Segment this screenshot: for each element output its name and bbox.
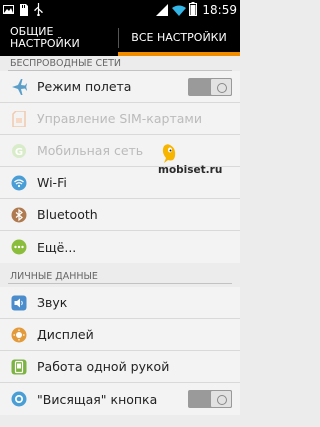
- more-row[interactable]: Ещё...: [0, 231, 240, 263]
- one-hand-row[interactable]: Работа одной рукой: [0, 351, 240, 383]
- floating-button-label: "Висящая" кнопка: [37, 391, 158, 407]
- mobile-network-label: Мобильная сеть: [37, 143, 144, 158]
- bluetooth-icon: [10, 206, 28, 224]
- tab-all-label: ВСЕ НАСТРОЙКИ: [131, 31, 227, 44]
- section-header-personal: ЛИЧНЫЕ ДАННЫЕ: [0, 269, 240, 284]
- personal-list: Звук Дисплей Работа одной рукой "Висящая…: [0, 287, 240, 415]
- floating-button-icon: [10, 390, 28, 408]
- system-icons: 18:59: [156, 1, 237, 19]
- tab-divider: [118, 28, 119, 48]
- clock: 18:59: [202, 3, 237, 17]
- mobile-network-icon: G: [10, 142, 28, 160]
- battery-icon: [189, 1, 198, 20]
- display-label: Дисплей: [37, 327, 94, 342]
- tab-general-settings[interactable]: ОБЩИЕ НАСТРОЙКИ: [0, 20, 118, 56]
- airplane-mode-toggle[interactable]: [188, 78, 232, 96]
- display-icon: [10, 326, 28, 344]
- tab-all-settings[interactable]: ВСЕ НАСТРОЙКИ: [118, 20, 240, 56]
- wifi-label: Wi-Fi: [37, 175, 67, 190]
- wifi-status-icon: [172, 1, 187, 20]
- airplane-icon: [10, 78, 28, 96]
- sound-row[interactable]: Звук: [0, 287, 240, 319]
- sim-management-label: Управление SIM-картами: [37, 111, 202, 126]
- sound-label: Звук: [37, 295, 68, 310]
- notification-icons: [3, 3, 44, 16]
- display-row[interactable]: Дисплей: [0, 319, 240, 351]
- status-bar: 18:59: [0, 0, 240, 20]
- photo-icon: [3, 3, 14, 16]
- tab-general-line2: НАСТРОЙКИ: [10, 37, 80, 50]
- section-header-wireless: БЕСПРОВОДНЫЕ СЕТИ: [0, 56, 240, 71]
- more-icon: [10, 238, 28, 256]
- one-hand-label: Работа одной рукой: [37, 359, 170, 374]
- tab-bar: ОБЩИЕ НАСТРОЙКИ ВСЕ НАСТРОЙКИ: [0, 20, 240, 56]
- wifi-icon: [10, 174, 28, 192]
- airplane-mode-row[interactable]: Режим полета: [0, 71, 240, 103]
- sound-icon: [10, 294, 28, 312]
- usb-icon: [33, 3, 44, 16]
- svg-text:G: G: [15, 147, 23, 158]
- signal-icon: [156, 1, 169, 20]
- watermark-text: mobiset.ru: [158, 164, 223, 176]
- sd-card-icon: [18, 3, 29, 16]
- watermark: mobiset.ru: [154, 142, 236, 190]
- sim-icon: [10, 110, 28, 128]
- bluetooth-row[interactable]: Bluetooth: [0, 199, 240, 231]
- more-label: Ещё...: [37, 239, 77, 255]
- bluetooth-label: Bluetooth: [37, 207, 98, 222]
- sim-management-row: Управление SIM-картами: [0, 103, 240, 135]
- floating-button-row[interactable]: "Висящая" кнопка: [0, 383, 240, 415]
- one-hand-icon: [10, 358, 28, 376]
- floating-button-toggle[interactable]: [188, 390, 232, 408]
- airplane-mode-label: Режим полета: [37, 79, 132, 94]
